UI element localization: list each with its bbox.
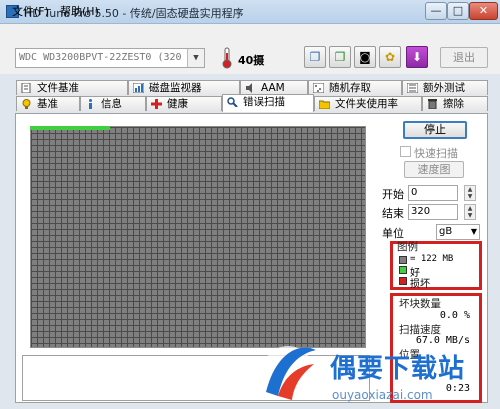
tab-label: 错误扫描: [243, 96, 285, 108]
folder-usage-icon: [319, 100, 330, 109]
file-benchmark-icon: [21, 83, 31, 93]
block-map: [30, 126, 366, 348]
info-icon: [89, 99, 92, 109]
quick-scan-label: 快速扫描: [414, 147, 458, 160]
tab-disk-monitor[interactable]: 磁盘监视器: [128, 80, 240, 95]
copy-info-icon: ❐: [309, 50, 321, 64]
menu-file[interactable]: 文件(F): [12, 3, 49, 19]
tab-extra-tests[interactable]: 额外测试: [402, 80, 488, 95]
tab-folder-usage[interactable]: 文件夹使用率: [314, 96, 422, 111]
scanned-good-blocks: [30, 126, 110, 130]
health-icon: [151, 99, 162, 109]
tab-label: 文件基准: [37, 82, 79, 94]
watermark-logo-icon: [262, 346, 316, 400]
tab-file-benchmark[interactable]: 文件基准: [16, 80, 128, 95]
download-button[interactable]: ⬇: [406, 46, 428, 68]
watermark-url: ouyaoxiazai.com: [332, 388, 433, 402]
window-title: HD Tune Pro 5.50 - 传统/固态硬盘实用程序: [24, 7, 244, 20]
legend-block-label: = 122 MB: [410, 254, 454, 264]
maximize-button[interactable]: □: [447, 2, 469, 20]
tab-label: 基准: [37, 98, 58, 110]
options-icon: ✿: [384, 50, 396, 64]
tab-label: 随机存取: [329, 82, 371, 94]
end-input[interactable]: 320: [408, 204, 458, 220]
close-button[interactable]: ✕: [469, 2, 498, 20]
end-spinner[interactable]: ▲ ▼: [464, 204, 476, 220]
disk-select[interactable]: WDC WD3200BPVT-22ZEST0 (320 gB) ▼: [15, 48, 205, 68]
thermometer-icon: [222, 47, 232, 69]
tab-erase[interactable]: 擦除: [422, 96, 488, 111]
start-label: 开始: [382, 188, 404, 201]
tab-random-access[interactable]: 随机存取: [308, 80, 402, 95]
tab-error-scan[interactable]: 错误扫描: [222, 94, 314, 112]
aam-icon: [246, 83, 252, 93]
screenshot-button[interactable]: ◙: [354, 46, 376, 68]
erase-icon: [428, 99, 437, 109]
exit-button[interactable]: 退出: [440, 47, 488, 68]
speed-map-button[interactable]: 速度图: [404, 161, 464, 178]
random-access-icon: [313, 83, 324, 93]
tab-label: 健康: [167, 98, 188, 110]
tab-label: AAM: [261, 82, 285, 94]
benchmark-icon: [22, 99, 31, 109]
scan-speed-value: 67.0 MB/s: [415, 335, 470, 346]
quick-scan-checkbox[interactable]: [400, 146, 411, 157]
temperature-value: 40摄: [238, 54, 265, 67]
tab-aam[interactable]: AAM: [240, 80, 308, 95]
copy-info-icon: ❐: [334, 50, 346, 64]
end-label: 结束: [382, 207, 404, 220]
copy-screenshot-button[interactable]: ❐: [329, 46, 351, 68]
tab-health[interactable]: 健康: [146, 96, 222, 111]
tab-info[interactable]: 信息: [80, 96, 146, 111]
bad-blocks-value: 0.0 %: [439, 310, 470, 321]
legend-title: 图例: [397, 241, 418, 253]
chevron-down-icon: ▼: [470, 227, 477, 236]
chevron-down-icon[interactable]: ▼: [187, 49, 204, 67]
error-scan-icon: [227, 97, 238, 107]
menu-bar: [0, 24, 500, 42]
tab-label: 擦除: [443, 98, 464, 110]
download-icon: ⬇: [411, 50, 423, 64]
watermark-text: 偶要下载站: [330, 354, 466, 384]
tab-label: 信息: [101, 98, 122, 110]
tab-label: 额外测试: [423, 82, 465, 94]
options-button[interactable]: ✿: [379, 46, 401, 68]
tab-benchmark[interactable]: 基准: [16, 96, 80, 111]
start-input[interactable]: 0: [408, 185, 458, 201]
bad-blocks-label: 坏块数量: [399, 298, 441, 310]
camera-icon: ◙: [359, 50, 371, 64]
menu-help[interactable]: 帮助(H): [60, 3, 99, 19]
unit-value: gB: [439, 226, 453, 237]
legend-bad-label: 损坏: [410, 279, 430, 290]
copy-info-button[interactable]: ❐: [304, 46, 326, 68]
disk-select-value: WDC WD3200BPVT-22ZEST0 (320 gB): [19, 52, 205, 63]
legend-good-swatch: [399, 266, 407, 274]
tab-label: 文件夹使用率: [335, 98, 398, 110]
tab-label: 磁盘监视器: [149, 82, 202, 94]
disk-monitor-icon: [133, 83, 144, 93]
extra-tests-icon: [407, 83, 418, 93]
minimize-button[interactable]: —: [425, 2, 447, 20]
stop-button[interactable]: 停止: [403, 121, 467, 139]
unit-select[interactable]: gB ▼: [436, 224, 480, 240]
legend-block-swatch: [399, 256, 407, 264]
start-spinner[interactable]: ▲ ▼: [464, 185, 476, 201]
legend-bad-swatch: [399, 277, 407, 285]
